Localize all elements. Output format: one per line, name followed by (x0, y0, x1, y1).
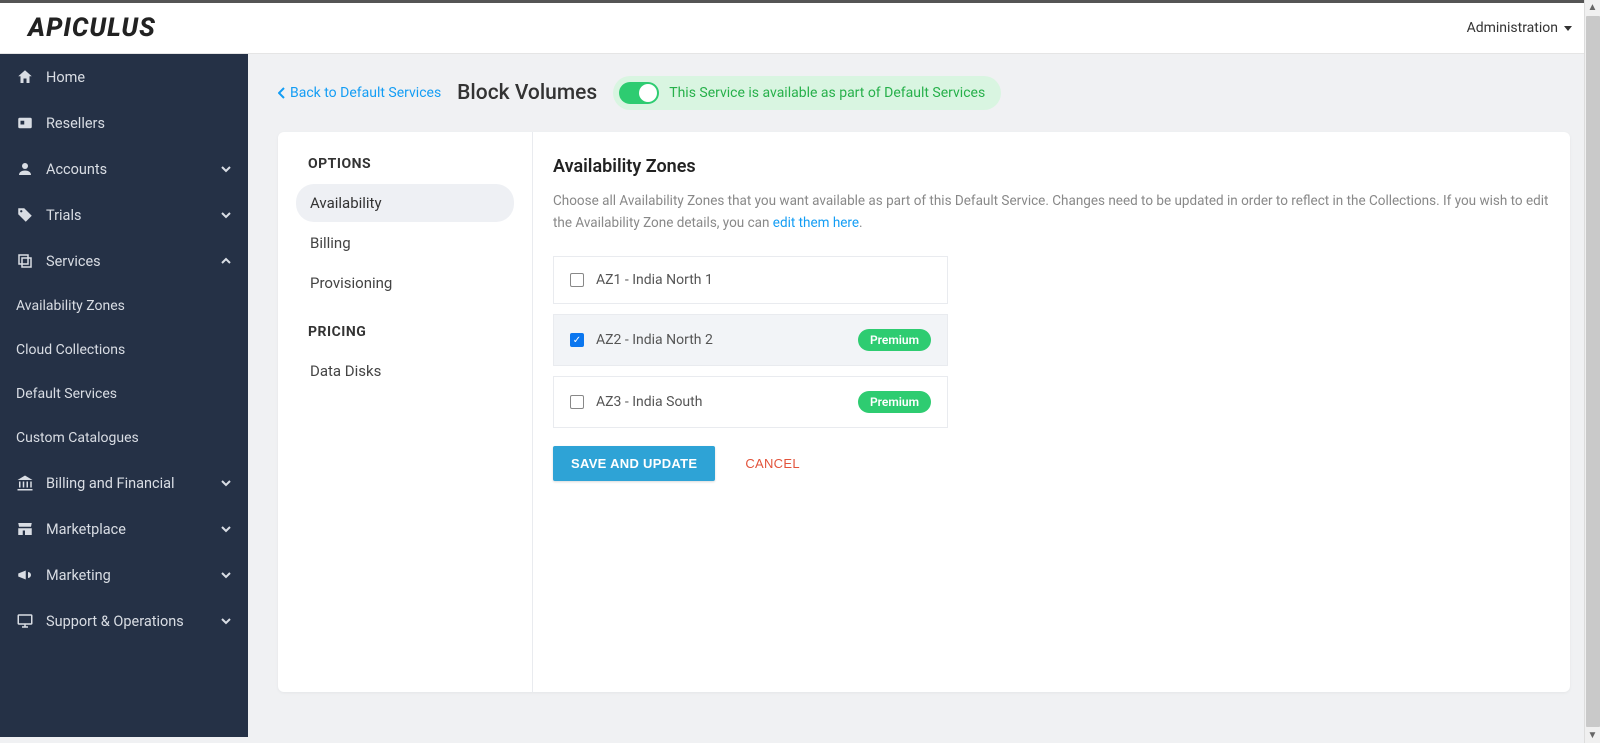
layers-icon (16, 252, 34, 270)
cancel-button[interactable]: CANCEL (745, 456, 800, 471)
options-sidebar: OPTIONS AvailabilityBillingProvisioning … (278, 132, 533, 692)
sidebar-item-label: Trials (46, 207, 81, 224)
page-header-row: Back to Default Services Block Volumes T… (278, 76, 1570, 110)
option-billing[interactable]: Billing (296, 224, 514, 262)
app-header: APICULUS Administration (0, 3, 1600, 54)
badge-icon (16, 114, 34, 132)
admin-dropdown-label: Administration (1467, 20, 1558, 36)
sidebar-item-marketplace[interactable]: Marketplace (0, 506, 248, 552)
help-text-pre: Choose all Availability Zones that you w… (553, 193, 1548, 231)
logo: APICULUS (28, 13, 156, 43)
sidebar-item-label: Support & Operations (46, 613, 184, 630)
form-actions: SAVE AND UPDATE CANCEL (553, 446, 1550, 481)
chevron-up-icon (220, 255, 232, 267)
zone-row[interactable]: ✓ AZ2 - India North 2 Premium (553, 314, 948, 366)
save-button[interactable]: SAVE AND UPDATE (553, 446, 715, 481)
page-title: Block Volumes (457, 81, 597, 105)
sidebar-subitem-cloud-collections[interactable]: Cloud Collections (0, 328, 248, 372)
sidebar-item-billing-and-financial[interactable]: Billing and Financial (0, 460, 248, 506)
chevron-down-icon (220, 523, 232, 535)
zone-label: AZ2 - India North 2 (596, 332, 713, 348)
edit-zones-link[interactable]: edit them here (773, 215, 859, 231)
scroll-up-arrow[interactable]: ▲ (1586, 0, 1600, 15)
chevron-left-icon (278, 87, 286, 99)
zone-checkbox[interactable]: ✓ (570, 333, 584, 347)
home-icon (16, 68, 34, 86)
premium-badge: Premium (858, 391, 931, 413)
tag-icon (16, 206, 34, 224)
content-area: Back to Default Services Block Volumes T… (248, 54, 1600, 737)
admin-dropdown[interactable]: Administration (1467, 20, 1572, 36)
sidebar-subitem-availability-zones[interactable]: Availability Zones (0, 284, 248, 328)
zone-label: AZ3 - India South (596, 394, 702, 410)
chevron-down-icon (220, 163, 232, 175)
megaphone-icon (16, 566, 34, 584)
zone-row[interactable]: AZ1 - India North 1 (553, 256, 948, 304)
sidebar: Home Resellers Accounts Trials Services Avail… (0, 54, 248, 737)
user-icon (16, 160, 34, 178)
scroll-down-arrow[interactable]: ▼ (1586, 728, 1600, 743)
options-section-title: OPTIONS (296, 156, 514, 172)
main-title: Availability Zones (553, 156, 1550, 177)
store-icon (16, 520, 34, 538)
chevron-down-icon (220, 615, 232, 627)
option-provisioning[interactable]: Provisioning (296, 264, 514, 302)
scroll-thumb[interactable] (1586, 16, 1600, 727)
sidebar-item-support-operations[interactable]: Support & Operations (0, 598, 248, 644)
sidebar-item-label: Accounts (46, 161, 107, 178)
sidebar-item-resellers[interactable]: Resellers (0, 100, 248, 146)
back-link[interactable]: Back to Default Services (278, 85, 441, 101)
service-enabled-toggle[interactable] (619, 82, 659, 104)
pricing-section-title: PRICING (296, 324, 514, 340)
vertical-scrollbar[interactable]: ▲ ▼ (1584, 0, 1600, 743)
sidebar-item-services[interactable]: Services (0, 238, 248, 284)
zone-checkbox[interactable] (570, 273, 584, 287)
back-link-label: Back to Default Services (290, 85, 441, 101)
sidebar-subitem-default-services[interactable]: Default Services (0, 372, 248, 416)
chevron-down-icon (220, 569, 232, 581)
sidebar-item-label: Billing and Financial (46, 475, 175, 492)
zone-list: AZ1 - India North 1 ✓ AZ2 - India North 2 P… (553, 256, 948, 428)
zone-checkbox[interactable] (570, 395, 584, 409)
option-availability[interactable]: Availability (296, 184, 514, 222)
sidebar-subitem-custom-catalogues[interactable]: Custom Catalogues (0, 416, 248, 460)
sidebar-item-marketing[interactable]: Marketing (0, 552, 248, 598)
caret-down-icon (1564, 26, 1572, 31)
sidebar-item-home[interactable]: Home (0, 54, 248, 100)
sidebar-item-label: Home (46, 69, 85, 86)
pricing-option-data-disks[interactable]: Data Disks (296, 352, 514, 390)
panel-main: Availability Zones Choose all Availabili… (533, 132, 1570, 692)
sidebar-item-accounts[interactable]: Accounts (0, 146, 248, 192)
chevron-down-icon (220, 209, 232, 221)
help-text-post: . (859, 215, 863, 231)
sidebar-item-label: Marketplace (46, 521, 126, 538)
settings-panel: OPTIONS AvailabilityBillingProvisioning … (278, 132, 1570, 692)
bank-icon (16, 474, 34, 492)
service-status-pill: This Service is available as part of Def… (613, 76, 1001, 110)
chevron-down-icon (220, 477, 232, 489)
monitor-icon (16, 612, 34, 630)
service-status-text: This Service is available as part of Def… (669, 85, 985, 101)
sidebar-item-label: Services (46, 253, 101, 270)
premium-badge: Premium (858, 329, 931, 351)
sidebar-item-trials[interactable]: Trials (0, 192, 248, 238)
sidebar-item-label: Resellers (46, 115, 105, 132)
sidebar-item-label: Marketing (46, 567, 111, 584)
help-text: Choose all Availability Zones that you w… (553, 191, 1550, 234)
zone-label: AZ1 - India North 1 (596, 272, 713, 288)
zone-row[interactable]: AZ3 - India South Premium (553, 376, 948, 428)
